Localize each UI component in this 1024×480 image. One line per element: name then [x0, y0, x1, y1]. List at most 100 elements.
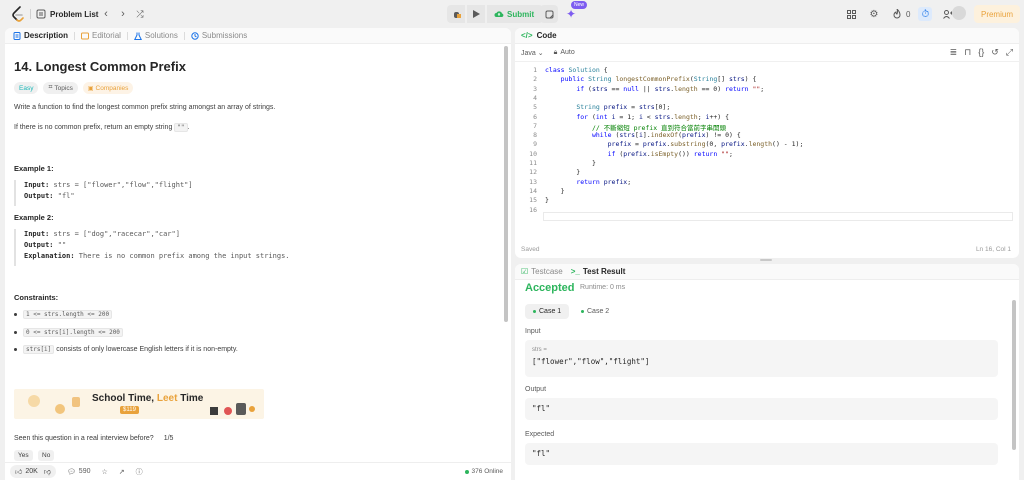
- line-number: 7: [533, 121, 537, 130]
- line-number: 10: [529, 149, 537, 158]
- timer-icon[interactable]: ⏱: [918, 7, 933, 21]
- thumbs-down-icon[interactable]: 👎︎: [44, 467, 51, 476]
- settings-gear-icon[interactable]: ⚙: [867, 7, 881, 21]
- auto-toggle[interactable]: 🔒︎ Auto: [554, 49, 575, 57]
- example-1-heading: Example 1:: [14, 164, 54, 173]
- input-value: ["flower","flow","flight"]: [532, 357, 650, 366]
- code-title: Code: [536, 31, 557, 40]
- line-number: 5: [533, 103, 537, 112]
- constraint-code: strs[i]: [23, 345, 55, 354]
- tab-solutions[interactable]: Solutions: [133, 31, 178, 40]
- scrollbar[interactable]: [1012, 300, 1016, 450]
- run-submit-group: Submit: [447, 5, 544, 23]
- bullet-dot: [14, 331, 17, 334]
- problem-list-button[interactable]: Problem List: [36, 7, 98, 21]
- companies-tag[interactable]: ▣ Companies: [82, 82, 134, 94]
- tab-divider: [126, 31, 128, 40]
- bookmark-icon[interactable]: ⊓: [964, 47, 971, 58]
- tab-submissions[interactable]: Submissions: [191, 31, 247, 40]
- case-label: Case 2: [587, 308, 610, 315]
- online-count: 376 Online: [464, 468, 503, 475]
- play-icon: [473, 10, 480, 18]
- new-badge: New: [571, 1, 588, 9]
- test-tabs: ☑ Testcase >_ Test Result: [515, 264, 1019, 280]
- explanation-label: Explanation:: [24, 252, 75, 260]
- code-line: }: [545, 168, 581, 177]
- submit-label: Submit: [507, 9, 535, 19]
- example-2-explanation: Explanation: There is no common prefix a…: [24, 251, 504, 262]
- code-line: String prefix = strs[0];: [576, 103, 671, 112]
- next-problem-icon[interactable]: ›: [116, 7, 130, 21]
- tab-testcase[interactable]: ☑ Testcase: [521, 267, 563, 276]
- example-1-input: Input: strs = ["flower","flow","flight"]: [24, 180, 504, 191]
- output-label: Output:: [24, 192, 54, 200]
- premium-button[interactable]: Premium: [974, 5, 1020, 23]
- expand-icon[interactable]: ⤢: [1006, 47, 1013, 58]
- flask-icon: [133, 32, 142, 40]
- line-number: 13: [529, 177, 537, 186]
- debug-button[interactable]: [447, 5, 465, 23]
- help-icon[interactable]: ⓘ: [136, 467, 143, 477]
- description-tabs: Description Editorial Solutions Submissi…: [5, 28, 511, 44]
- line-number: 2: [533, 75, 537, 84]
- language-select[interactable]: Java ⌄: [521, 49, 544, 57]
- tab-editorial-label: Editorial: [92, 31, 121, 40]
- layout-grid-icon[interactable]: [844, 7, 858, 21]
- topics-tag[interactable]: ⌗ Topics: [43, 82, 78, 94]
- chevron-down-icon: ⌄: [537, 49, 544, 57]
- shuffle-icon[interactable]: ⤮: [133, 7, 147, 21]
- scrollbar[interactable]: [504, 46, 508, 322]
- bullet-dot: [14, 348, 17, 351]
- comments-button[interactable]: 💬︎ 590: [67, 468, 91, 476]
- description-text: Write a function to find the longest com…: [14, 104, 276, 111]
- code-brackets-icon: </>: [521, 31, 533, 40]
- code-editor-panel: </> Code Java ⌄ 🔒︎ Auto ≣ ⊓ {} ↺ ⤢ 12345…: [515, 28, 1019, 258]
- leetcode-logo-icon[interactable]: [11, 6, 25, 22]
- banner-price: $119: [120, 406, 139, 414]
- input-label: Input: [525, 328, 541, 335]
- panel-resize-handle[interactable]: [760, 259, 772, 261]
- fire-streak-icon[interactable]: [890, 7, 904, 21]
- braces-icon[interactable]: {}: [978, 47, 984, 58]
- line-number: 3: [533, 84, 537, 93]
- yes-button[interactable]: Yes: [14, 450, 33, 461]
- problem-tags: Easy ⌗ Topics ▣ Companies: [14, 82, 134, 94]
- companies-label: Companies: [95, 84, 129, 92]
- promo-banner[interactable]: School Time, Leet Time $119: [14, 389, 264, 419]
- favorite-star-icon[interactable]: ☆: [101, 468, 107, 476]
- code-line: }: [545, 186, 565, 195]
- list-item: strs[i] consists of only lowercase Engli…: [14, 345, 238, 354]
- thumbs-up-icon: 👍︎: [15, 469, 23, 476]
- interview-question-text: Seen this question in a real interview b…: [14, 435, 154, 442]
- submit-button[interactable]: Submit: [487, 5, 544, 23]
- tab-test-result[interactable]: >_ Test Result: [571, 267, 626, 276]
- line-number: 1: [533, 66, 537, 74]
- reset-icon[interactable]: ↺: [991, 47, 999, 58]
- online-dot: [464, 469, 469, 474]
- history-icon: [191, 31, 199, 40]
- code-line: }: [545, 159, 596, 167]
- no-button[interactable]: No: [38, 450, 55, 461]
- tab-editorial[interactable]: Editorial: [81, 31, 121, 40]
- notes-button[interactable]: [540, 5, 558, 23]
- tab-testcase-label: Testcase: [531, 267, 563, 276]
- case-2-tab[interactable]: Case 2: [573, 304, 617, 319]
- tab-description[interactable]: Description: [13, 31, 68, 40]
- share-icon[interactable]: ↗: [119, 468, 125, 476]
- constraints-heading: Constraints:: [14, 293, 59, 302]
- inline-code: "": [174, 123, 188, 132]
- line-number: 8: [533, 131, 537, 140]
- user-avatar[interactable]: [952, 6, 966, 20]
- cloud-upload-icon: [494, 11, 504, 17]
- editor-tools: ≣ ⊓ {} ↺ ⤢: [950, 47, 1013, 58]
- format-icon[interactable]: ≣: [950, 47, 958, 58]
- banner-text-highlight: Leet: [156, 393, 178, 404]
- case-1-tab[interactable]: Case 1: [525, 304, 570, 319]
- like-button[interactable]: 👍︎ 20K 👎︎: [10, 465, 56, 478]
- code-line: return prefix;: [576, 177, 632, 186]
- prev-problem-icon[interactable]: ‹: [99, 7, 113, 21]
- banner-title: School Time, Leet Time: [92, 393, 203, 404]
- editor-toolbar: Java ⌄ 🔒︎ Auto ≣ ⊓ {} ↺ ⤢: [515, 44, 1019, 62]
- banner-text: Time: [180, 393, 204, 404]
- run-button[interactable]: [467, 5, 485, 23]
